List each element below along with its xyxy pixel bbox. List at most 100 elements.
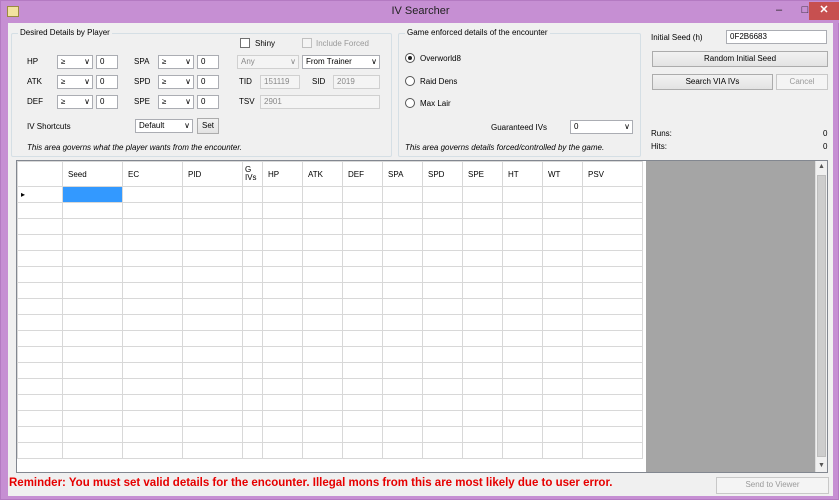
grid-cell[interactable] [582,250,643,267]
table-row[interactable] [17,426,643,443]
grid-cell[interactable] [582,282,643,299]
def-value-input[interactable]: 0 [96,95,118,109]
grid-cell[interactable] [382,266,423,283]
grid-cell[interactable] [422,346,463,363]
grid-cell[interactable] [182,314,243,331]
scroll-down-icon[interactable]: ▼ [816,460,827,472]
col-header-spd[interactable]: SPD [422,161,463,187]
grid-cell[interactable] [422,394,463,411]
grid-cell[interactable] [262,410,303,427]
grid-cell[interactable] [182,346,243,363]
grid-cell[interactable] [582,202,643,219]
col-header-pid[interactable]: PID [182,161,243,187]
grid-cell[interactable] [422,202,463,219]
grid-cell[interactable] [382,394,423,411]
include-forced-checkbox[interactable] [302,38,312,48]
grid-cell[interactable] [582,378,643,395]
grid-cell[interactable] [422,250,463,267]
col-header-ec[interactable]: EC [122,161,183,187]
grid-cell[interactable] [62,186,123,203]
grid-cell[interactable] [422,410,463,427]
grid-cell[interactable] [122,442,183,459]
grid-cell[interactable] [302,426,343,443]
hp-value-input[interactable]: 0 [96,55,118,69]
radio-max-lair[interactable] [405,98,415,108]
grid-cell[interactable] [502,330,543,347]
radio-overworld8[interactable] [405,53,415,63]
grid-cell[interactable] [342,362,383,379]
grid-cell[interactable] [302,266,343,283]
grid-cell[interactable] [242,282,263,299]
grid-cell[interactable] [382,250,423,267]
grid-cell[interactable] [242,346,263,363]
grid-cell[interactable] [582,394,643,411]
grid-cell[interactable] [182,186,243,203]
initial-seed-input[interactable]: 0F2B6683 [726,30,827,44]
grid-cell[interactable] [122,394,183,411]
grid-cell[interactable] [62,218,123,235]
grid-cell[interactable] [182,202,243,219]
grid-cell[interactable] [182,282,243,299]
grid-cell[interactable] [542,234,583,251]
grid-cell[interactable] [62,202,123,219]
grid-cell[interactable] [422,234,463,251]
send-to-viewer-button[interactable]: Send to Viewer [716,477,829,494]
grid-cell[interactable] [342,282,383,299]
grid-cell[interactable] [122,346,183,363]
grid-cell[interactable] [342,426,383,443]
grid-cell[interactable] [242,378,263,395]
grid-cell[interactable] [342,410,383,427]
grid-cell[interactable] [542,250,583,267]
cancel-button[interactable]: Cancel [776,74,828,90]
grid-cell[interactable] [62,426,123,443]
grid-cell[interactable] [462,346,503,363]
grid-cell[interactable] [342,218,383,235]
grid-cell[interactable] [382,186,423,203]
grid-cell[interactable] [62,234,123,251]
grid-cell[interactable] [262,394,303,411]
grid-cell[interactable] [382,234,423,251]
grid-cell[interactable] [542,314,583,331]
grid-cell[interactable] [542,202,583,219]
table-row[interactable] [17,394,643,411]
grid-cell[interactable] [582,426,643,443]
grid-cell[interactable] [462,186,503,203]
scroll-thumb[interactable] [817,175,826,457]
grid-cell[interactable] [62,394,123,411]
grid-cell[interactable] [122,218,183,235]
grid-cell[interactable] [62,314,123,331]
grid-cell[interactable] [502,282,543,299]
grid-cell[interactable] [262,442,303,459]
grid-cell[interactable] [382,218,423,235]
grid-cell[interactable] [242,202,263,219]
grid-cell[interactable] [262,362,303,379]
grid-cell[interactable] [382,378,423,395]
grid-cell[interactable] [462,442,503,459]
grid-cell[interactable] [242,266,263,283]
grid-cell[interactable] [502,250,543,267]
grid-cell[interactable] [62,266,123,283]
atk-value-input[interactable]: 0 [96,75,118,89]
grid-cell[interactable] [542,346,583,363]
grid-cell[interactable] [582,362,643,379]
grid-cell[interactable] [242,234,263,251]
random-seed-button[interactable]: Random Initial Seed [652,51,828,67]
grid-cell[interactable] [382,330,423,347]
grid-cell[interactable] [342,314,383,331]
grid-cell[interactable] [342,234,383,251]
grid-cell[interactable] [262,250,303,267]
title-bar[interactable]: IV Searcher – □ ✕ [1,1,839,23]
grid-cell[interactable] [542,298,583,315]
grid-cell[interactable] [62,346,123,363]
grid-cell[interactable] [382,314,423,331]
table-row[interactable] [17,282,643,299]
table-row[interactable] [17,314,643,331]
grid-cell[interactable] [382,442,423,459]
table-row[interactable] [17,330,643,347]
grid-cell[interactable] [542,362,583,379]
grid-cell[interactable] [502,266,543,283]
grid-cell[interactable] [462,266,503,283]
vertical-scrollbar[interactable]: ▲ ▼ [815,161,827,472]
grid-cell[interactable] [302,314,343,331]
grid-cell[interactable] [262,346,303,363]
